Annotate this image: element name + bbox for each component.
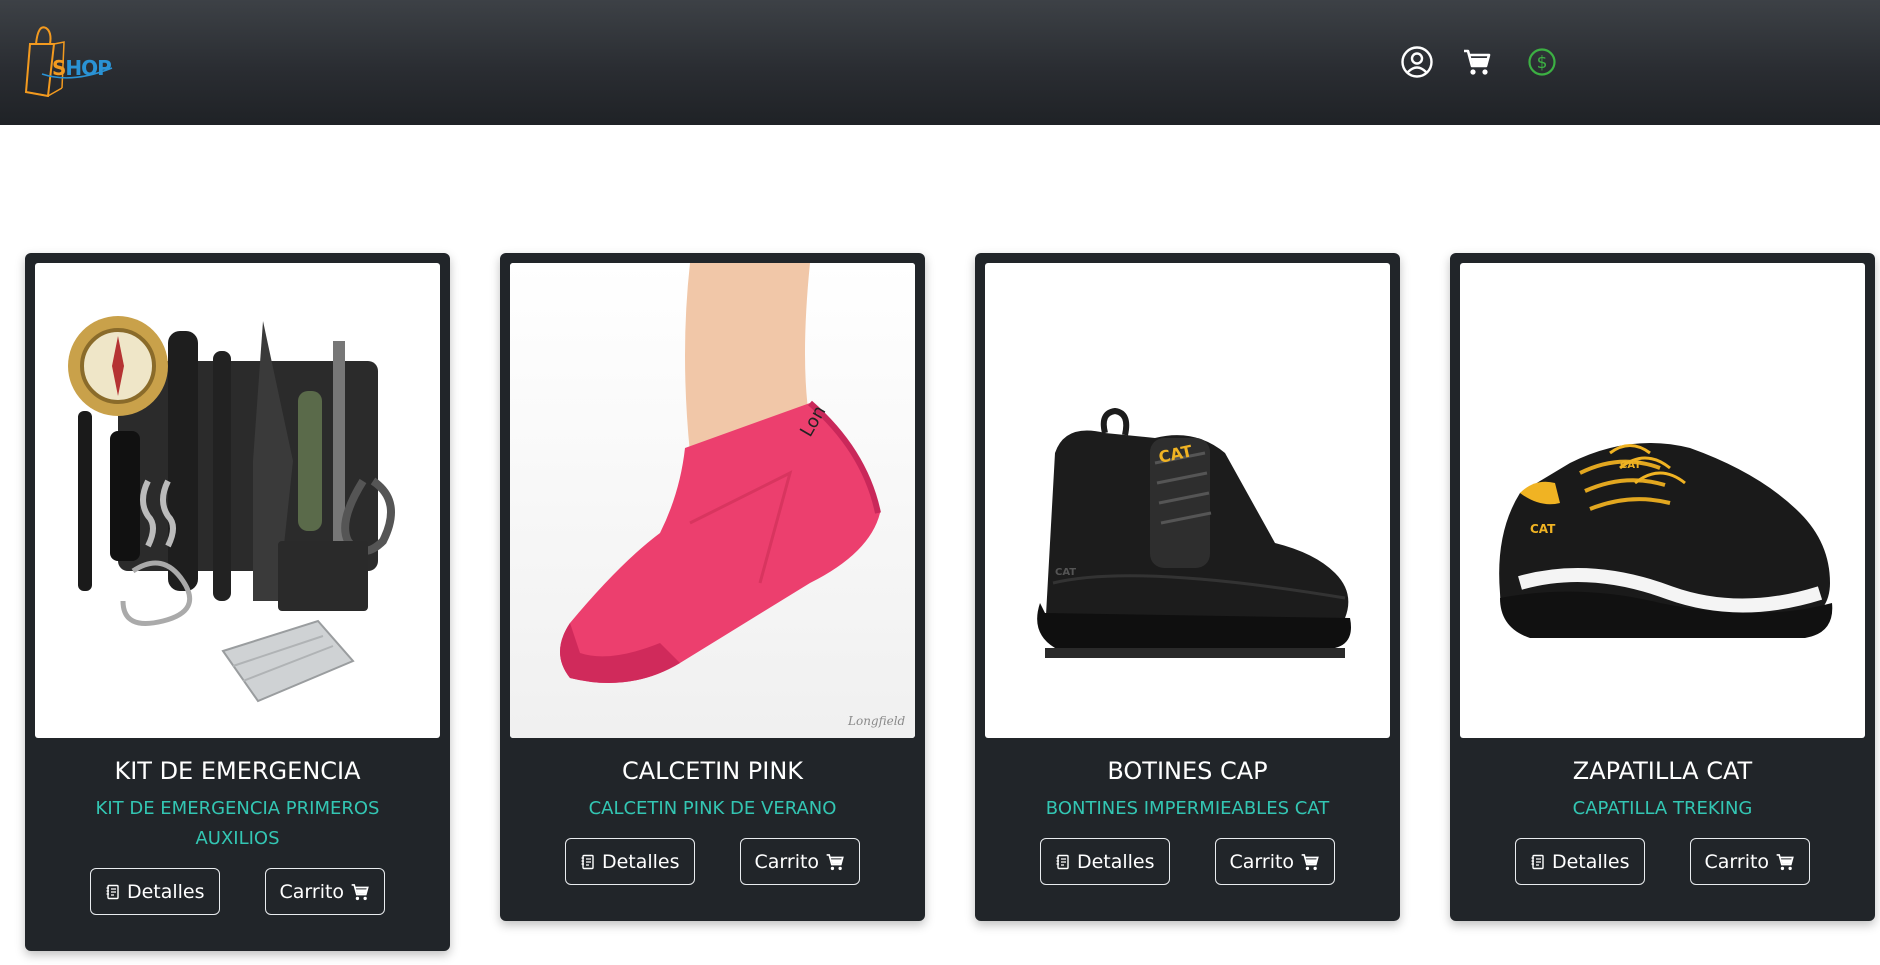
- product-image[interactable]: CAT CAT: [1460, 263, 1865, 738]
- details-label: Detalles: [1551, 850, 1630, 873]
- add-to-cart-button[interactable]: Carrito: [739, 838, 861, 885]
- cat-sneaker-image: CAT CAT: [1499, 443, 1833, 638]
- svg-text:$: $: [1537, 53, 1548, 73]
- product-card: CAT CAT BOTINES CAP BONTINES IMPERMIEABL…: [975, 253, 1400, 921]
- product-description: CAPATILLA TREKING: [1572, 798, 1753, 819]
- journal-icon: [1531, 854, 1544, 869]
- product-title: ZAPATILLA CAT: [1572, 757, 1753, 785]
- details-button[interactable]: Detalles: [564, 838, 695, 885]
- cart-icon: [826, 853, 844, 870]
- details-button[interactable]: Detalles: [1514, 838, 1645, 885]
- pink-sock-image: Lon Longfield: [510, 263, 915, 738]
- svg-text:CAT: CAT: [1530, 522, 1556, 536]
- card-actions: Detalles Carrito: [999, 838, 1376, 911]
- logo-text: SHOP: [52, 56, 112, 80]
- add-to-cart-button[interactable]: Carrito: [264, 868, 386, 915]
- details-label: Detalles: [1076, 850, 1155, 873]
- card-body: CALCETIN PINK CALCETIN PINK DE VERANO De…: [510, 738, 915, 911]
- product-title: BOTINES CAP: [1107, 757, 1268, 785]
- cart-icon: [351, 883, 369, 900]
- product-image[interactable]: [35, 263, 440, 738]
- svg-text:CAT: CAT: [1055, 567, 1076, 578]
- journal-icon: [581, 854, 594, 869]
- user-circle-icon: [1401, 46, 1433, 78]
- product-image[interactable]: CAT CAT: [985, 263, 1390, 738]
- product-card: CAT CAT ZAPATILLA CAT CAPATILLA TREKING …: [1450, 253, 1875, 921]
- journal-icon: [106, 884, 119, 899]
- details-label: Detalles: [126, 880, 205, 903]
- cart-button[interactable]: [1457, 42, 1497, 82]
- product-card: Lon Longfield CALCETIN PINK CALCETIN PIN…: [500, 253, 925, 921]
- cart-label: Carrito: [1229, 850, 1295, 873]
- product-image[interactable]: Lon Longfield: [510, 263, 915, 738]
- add-to-cart-button[interactable]: Carrito: [1214, 838, 1336, 885]
- currency-button[interactable]: $: [1522, 42, 1562, 82]
- cart-label: Carrito: [1704, 850, 1770, 873]
- journal-icon: [1056, 854, 1069, 869]
- add-to-cart-button[interactable]: Carrito: [1689, 838, 1811, 885]
- dollar-circle-icon: $: [1528, 48, 1556, 76]
- details-button[interactable]: Detalles: [89, 868, 220, 915]
- card-actions: Detalles Carrito: [49, 868, 426, 941]
- emergency-kit-image: [67, 315, 395, 702]
- svg-text:Longfield: Longfield: [847, 714, 906, 728]
- navbar: SHOP $: [0, 0, 1880, 125]
- cart-label: Carrito: [279, 880, 345, 903]
- user-account-button[interactable]: [1397, 42, 1437, 82]
- product-title: CALCETIN PINK: [621, 757, 804, 785]
- product-card: KIT DE EMERGENCIA KIT DE EMERGENCIA PRIM…: [25, 253, 450, 951]
- cart-label: Carrito: [754, 850, 820, 873]
- card-actions: Detalles Carrito: [524, 838, 901, 911]
- product-title: KIT DE EMERGENCIA: [114, 757, 361, 785]
- details-label: Detalles: [601, 850, 680, 873]
- cart-icon: [1464, 49, 1491, 75]
- card-body: BOTINES CAP BONTINES IMPERMIEABLES CAT D…: [985, 738, 1390, 911]
- product-description: CALCETIN PINK DE VERANO: [588, 798, 837, 819]
- card-actions: Detalles Carrito: [1474, 838, 1851, 911]
- card-body: ZAPATILLA CAT CAPATILLA TREKING Detalles…: [1460, 738, 1865, 911]
- black-boot-image: CAT CAT: [1037, 407, 1351, 658]
- details-button[interactable]: Detalles: [1039, 838, 1170, 885]
- product-description: KIT DE EMERGENCIA PRIMEROS AUXILIOS: [95, 798, 380, 849]
- cart-icon: [1301, 853, 1319, 870]
- product-description: BONTINES IMPERMIEABLES CAT: [1045, 798, 1330, 819]
- cart-icon: [1776, 853, 1794, 870]
- shop-logo[interactable]: SHOP: [22, 22, 122, 98]
- card-body: KIT DE EMERGENCIA KIT DE EMERGENCIA PRIM…: [35, 738, 440, 941]
- svg-text:CAT: CAT: [1620, 460, 1641, 471]
